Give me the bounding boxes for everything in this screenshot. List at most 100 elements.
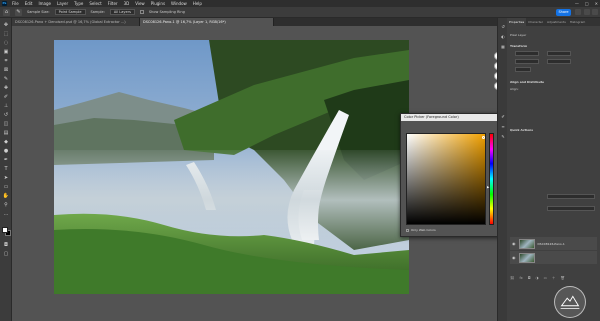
crop-icon[interactable]: ⌗ <box>2 58 10 64</box>
tab-character[interactable]: Character <box>526 18 545 26</box>
gradient-icon[interactable]: ▤ <box>2 130 10 136</box>
tab-label: DSC08126-Pano + Denoised.psd @ 16,7% (Gl… <box>15 20 126 24</box>
foreground-color-swatch[interactable] <box>2 227 8 233</box>
layer-row[interactable]: ◉ <box>510 251 597 264</box>
dodge-icon[interactable]: ● <box>2 148 10 154</box>
adjustment-icon[interactable]: ◑ <box>536 276 539 281</box>
color-field[interactable] <box>406 133 486 225</box>
only-web-colors-checkbox[interactable] <box>406 228 409 232</box>
fx-icon[interactable]: fx <box>519 276 522 281</box>
healing-icon[interactable]: ✚ <box>2 85 10 91</box>
screen-mode-icon[interactable]: ▢ <box>2 251 10 257</box>
hue-slider[interactable] <box>489 133 494 225</box>
panel-icon-strip: ↺ ◐ ▦ ✐ ≡ ✎ <box>497 18 507 321</box>
tools-panel: ✥ ⬚ ◌ ▣ ⌗ ⊠ ✎ ✚ ✐ ⊥ ↺ ◫ ▤ ◆ ● ✒ T ➤ ▭ ✋ … <box>0 18 12 321</box>
brush-settings-icon[interactable]: ✐ <box>500 114 506 120</box>
options-bar: ⌂ ✎ Sample Size: Point Sample Sample: Al… <box>0 7 600 18</box>
x-field[interactable] <box>515 59 539 64</box>
y-field[interactable] <box>547 59 571 64</box>
history-brush-icon[interactable]: ↺ <box>2 112 10 118</box>
visibility-eye-icon[interactable]: ◉ <box>512 241 516 246</box>
sample-size-select[interactable]: Point Sample <box>54 9 86 15</box>
hue-slider-arrow-icon[interactable]: ▶ <box>487 185 489 189</box>
tab-properties[interactable]: Properties <box>507 18 527 26</box>
menu-type[interactable]: Type <box>71 1 86 6</box>
marquee-icon[interactable]: ⬚ <box>2 31 10 37</box>
layer-name[interactable]: DSC08126-Pano-1 <box>538 242 565 246</box>
settings-icon[interactable] <box>592 9 598 15</box>
menu-plugins[interactable]: Plugins <box>148 1 168 6</box>
tab-adjustments[interactable]: Adjustments <box>545 18 568 26</box>
channels-icon[interactable]: ≡ <box>500 124 506 130</box>
menu-filter[interactable]: Filter <box>105 1 121 6</box>
minimize-icon[interactable]: — <box>575 1 579 6</box>
opacity-field[interactable] <box>547 194 595 199</box>
menu-layer[interactable]: Layer <box>54 1 71 6</box>
fill-field[interactable] <box>547 206 595 211</box>
align-header[interactable]: Align and Distribute <box>510 80 544 84</box>
menu-view[interactable]: View <box>132 1 148 6</box>
paths-icon[interactable]: ✎ <box>500 134 506 140</box>
path-select-icon[interactable]: ➤ <box>2 175 10 181</box>
mask-icon[interactable]: ◘ <box>528 276 531 281</box>
menu-edit[interactable]: Edit <box>22 1 36 6</box>
layer-row[interactable]: ◉ DSC08126-Pano-1 <box>510 237 597 250</box>
rectangle-icon[interactable]: ▭ <box>2 184 10 190</box>
eyedropper-icon[interactable]: ✎ <box>2 76 10 82</box>
frame-icon[interactable]: ⊠ <box>2 67 10 73</box>
new-layer-icon[interactable]: ＋ <box>552 276 556 281</box>
history-icon[interactable]: ↺ <box>500 24 506 30</box>
sample-select[interactable]: All Layers <box>109 9 135 15</box>
stamp-icon[interactable]: ⊥ <box>2 103 10 109</box>
maximize-icon[interactable]: □ <box>585 1 589 6</box>
swatches-icon[interactable]: ▦ <box>500 44 506 50</box>
tab-document-1[interactable]: DSC08126-Pano + Denoised.psd @ 16,7% (Gl… <box>12 18 140 26</box>
type-icon[interactable]: T <box>2 166 10 172</box>
properties-tabs: Properties Character Adjustments Histogr… <box>507 18 600 26</box>
canvas-image[interactable] <box>54 40 409 294</box>
tab-histogram[interactable]: Histogram <box>568 18 588 26</box>
blur-icon[interactable]: ◆ <box>2 139 10 145</box>
lasso-icon[interactable]: ◌ <box>2 40 10 46</box>
eyedropper-tool-preset-icon[interactable]: ✎ <box>15 8 22 16</box>
angle-field[interactable] <box>515 67 531 72</box>
hand-icon[interactable]: ✋ <box>2 193 10 199</box>
quick-actions-header[interactable]: Quick Actions <box>510 128 533 132</box>
brush-icon[interactable]: ✐ <box>2 94 10 100</box>
object-select-icon[interactable]: ▣ <box>2 49 10 55</box>
eraser-icon[interactable]: ◫ <box>2 121 10 127</box>
quick-mask-icon[interactable]: ◘ <box>2 242 10 248</box>
tab-document-2[interactable]: DSC08126-Pano-1 @ 16,7% (Layer 1, RGB/16… <box>140 18 274 26</box>
visibility-eye-icon[interactable]: ◉ <box>512 255 516 260</box>
watermark-logo <box>554 286 586 318</box>
pen-icon[interactable]: ✒ <box>2 157 10 163</box>
menu-file[interactable]: File <box>9 1 22 6</box>
search-icon[interactable] <box>575 9 581 15</box>
layer-thumbnail <box>518 252 535 263</box>
menu-help[interactable]: Help <box>190 1 205 6</box>
menu-3d[interactable]: 3D <box>121 1 133 6</box>
tab-label: DSC08126-Pano-1 @ 16,7% (Layer 1, RGB/16… <box>143 20 226 24</box>
home-icon[interactable]: ⌂ <box>3 8 10 16</box>
color-field-marker[interactable] <box>482 136 485 139</box>
color-icon[interactable]: ◐ <box>500 34 506 40</box>
share-button[interactable]: Share <box>556 9 571 16</box>
show-sampling-ring-checkbox[interactable] <box>139 10 144 14</box>
menu-bar: Ps File Edit Image Layer Type Select Fil… <box>0 0 600 7</box>
group-icon[interactable]: ▭ <box>544 276 547 281</box>
transform-header[interactable]: Transform <box>510 44 527 48</box>
menu-image[interactable]: Image <box>35 1 54 6</box>
workspace-icon[interactable] <box>584 9 590 15</box>
height-field[interactable] <box>547 51 571 56</box>
trash-icon[interactable]: 🗑 <box>560 276 564 281</box>
link-icon[interactable]: ⛓ <box>510 276 514 281</box>
pixel-layer-label: Pixel Layer <box>510 33 527 37</box>
photoshop-logo-icon: Ps <box>2 1 7 6</box>
width-field[interactable] <box>515 51 539 56</box>
menu-window[interactable]: Window <box>168 1 190 6</box>
menu-select[interactable]: Select <box>86 1 104 6</box>
move-icon[interactable]: ✥ <box>2 22 10 28</box>
more-tools-icon[interactable]: … <box>2 211 10 217</box>
close-icon[interactable]: ✕ <box>595 1 598 6</box>
zoom-icon[interactable]: ⚲ <box>2 202 10 208</box>
